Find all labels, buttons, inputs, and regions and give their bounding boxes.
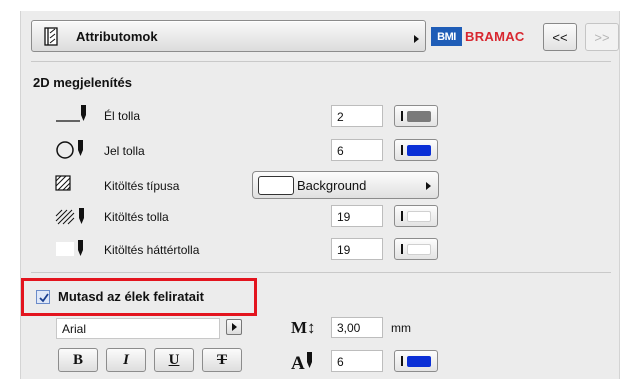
symbol-pen-label: Jel tolla: [104, 144, 145, 158]
fill-type-label: Kitöltés típusa: [104, 179, 180, 193]
pen-marker: [401, 145, 403, 155]
chevron-right-icon: [426, 182, 431, 190]
pen-marker: [401, 211, 403, 221]
attributes-dropdown[interactable]: Attributomok: [31, 20, 426, 52]
edge-pen-field[interactable]: 2: [331, 105, 383, 127]
attributes-dropdown-label: Attributomok: [76, 29, 158, 44]
text-pen-field[interactable]: 6: [331, 350, 383, 372]
bramac-logo: BRAMAC: [465, 29, 525, 44]
pen-color-swatch: [407, 356, 431, 367]
fill-pen-icon: [55, 208, 84, 225]
previous-button[interactable]: <<: [543, 23, 577, 51]
book-icon: [44, 27, 58, 46]
pen-color-swatch: [407, 244, 431, 255]
svg-text:A: A: [291, 353, 305, 373]
font-picker-button[interactable]: [226, 319, 242, 335]
font-name-field[interactable]: Arial: [56, 318, 220, 339]
fill-pen-label: Kitöltés tolla: [104, 210, 169, 224]
text-size-field[interactable]: 3,00: [331, 317, 383, 338]
bold-button[interactable]: B: [58, 348, 98, 372]
underline-button[interactable]: U: [154, 348, 194, 372]
show-edge-labels-label: Mutasd az élek feliratait: [58, 289, 204, 304]
chevron-right-icon: [232, 323, 237, 331]
symbol-pen-icon: [56, 140, 83, 159]
fill-type-icon: [55, 175, 71, 191]
edge-pen-icon: [56, 105, 86, 122]
strikethrough-button[interactable]: T: [202, 348, 242, 372]
show-edge-labels-checkbox[interactable]: [36, 290, 50, 304]
text-pen-color-button[interactable]: [394, 350, 438, 372]
fill-pen-field[interactable]: 19: [331, 205, 383, 227]
pen-color-swatch: [407, 211, 431, 222]
text-size-icon: M↕: [291, 318, 316, 337]
fill-background-pen-icon: [56, 240, 83, 256]
symbol-pen-field[interactable]: 6: [331, 139, 383, 161]
fill-background-pen-label: Kitöltés háttértolla: [104, 243, 200, 257]
text-size-unit: mm: [391, 321, 411, 335]
checkmark-icon: [39, 293, 49, 303]
pen-marker: [401, 111, 403, 121]
edge-pen-label: Él tolla: [104, 109, 141, 123]
section-title-2d: 2D megjelenítés: [33, 75, 132, 90]
chevron-right-icon: [414, 35, 419, 43]
pen-marker: [401, 244, 403, 254]
fill-background-pen-color-button[interactable]: [394, 238, 438, 260]
fill-background-pen-field[interactable]: 19: [331, 238, 383, 260]
italic-button[interactable]: I: [106, 348, 146, 372]
pen-color-swatch: [407, 145, 431, 156]
pen-marker: [401, 356, 403, 366]
edge-pen-color-button[interactable]: [394, 105, 438, 127]
bmi-logo: BMI: [431, 27, 462, 46]
divider: [31, 272, 611, 273]
fill-type-value: Background: [297, 178, 367, 193]
fill-pen-color-button[interactable]: [394, 205, 438, 227]
pen-color-swatch: [407, 111, 431, 122]
next-button[interactable]: >>: [585, 23, 619, 51]
fill-type-dropdown[interactable]: Background: [252, 171, 439, 199]
fill-preview: [258, 176, 294, 195]
symbol-pen-color-button[interactable]: [394, 139, 438, 161]
divider: [31, 61, 611, 62]
text-pen-icon: A: [291, 352, 312, 373]
